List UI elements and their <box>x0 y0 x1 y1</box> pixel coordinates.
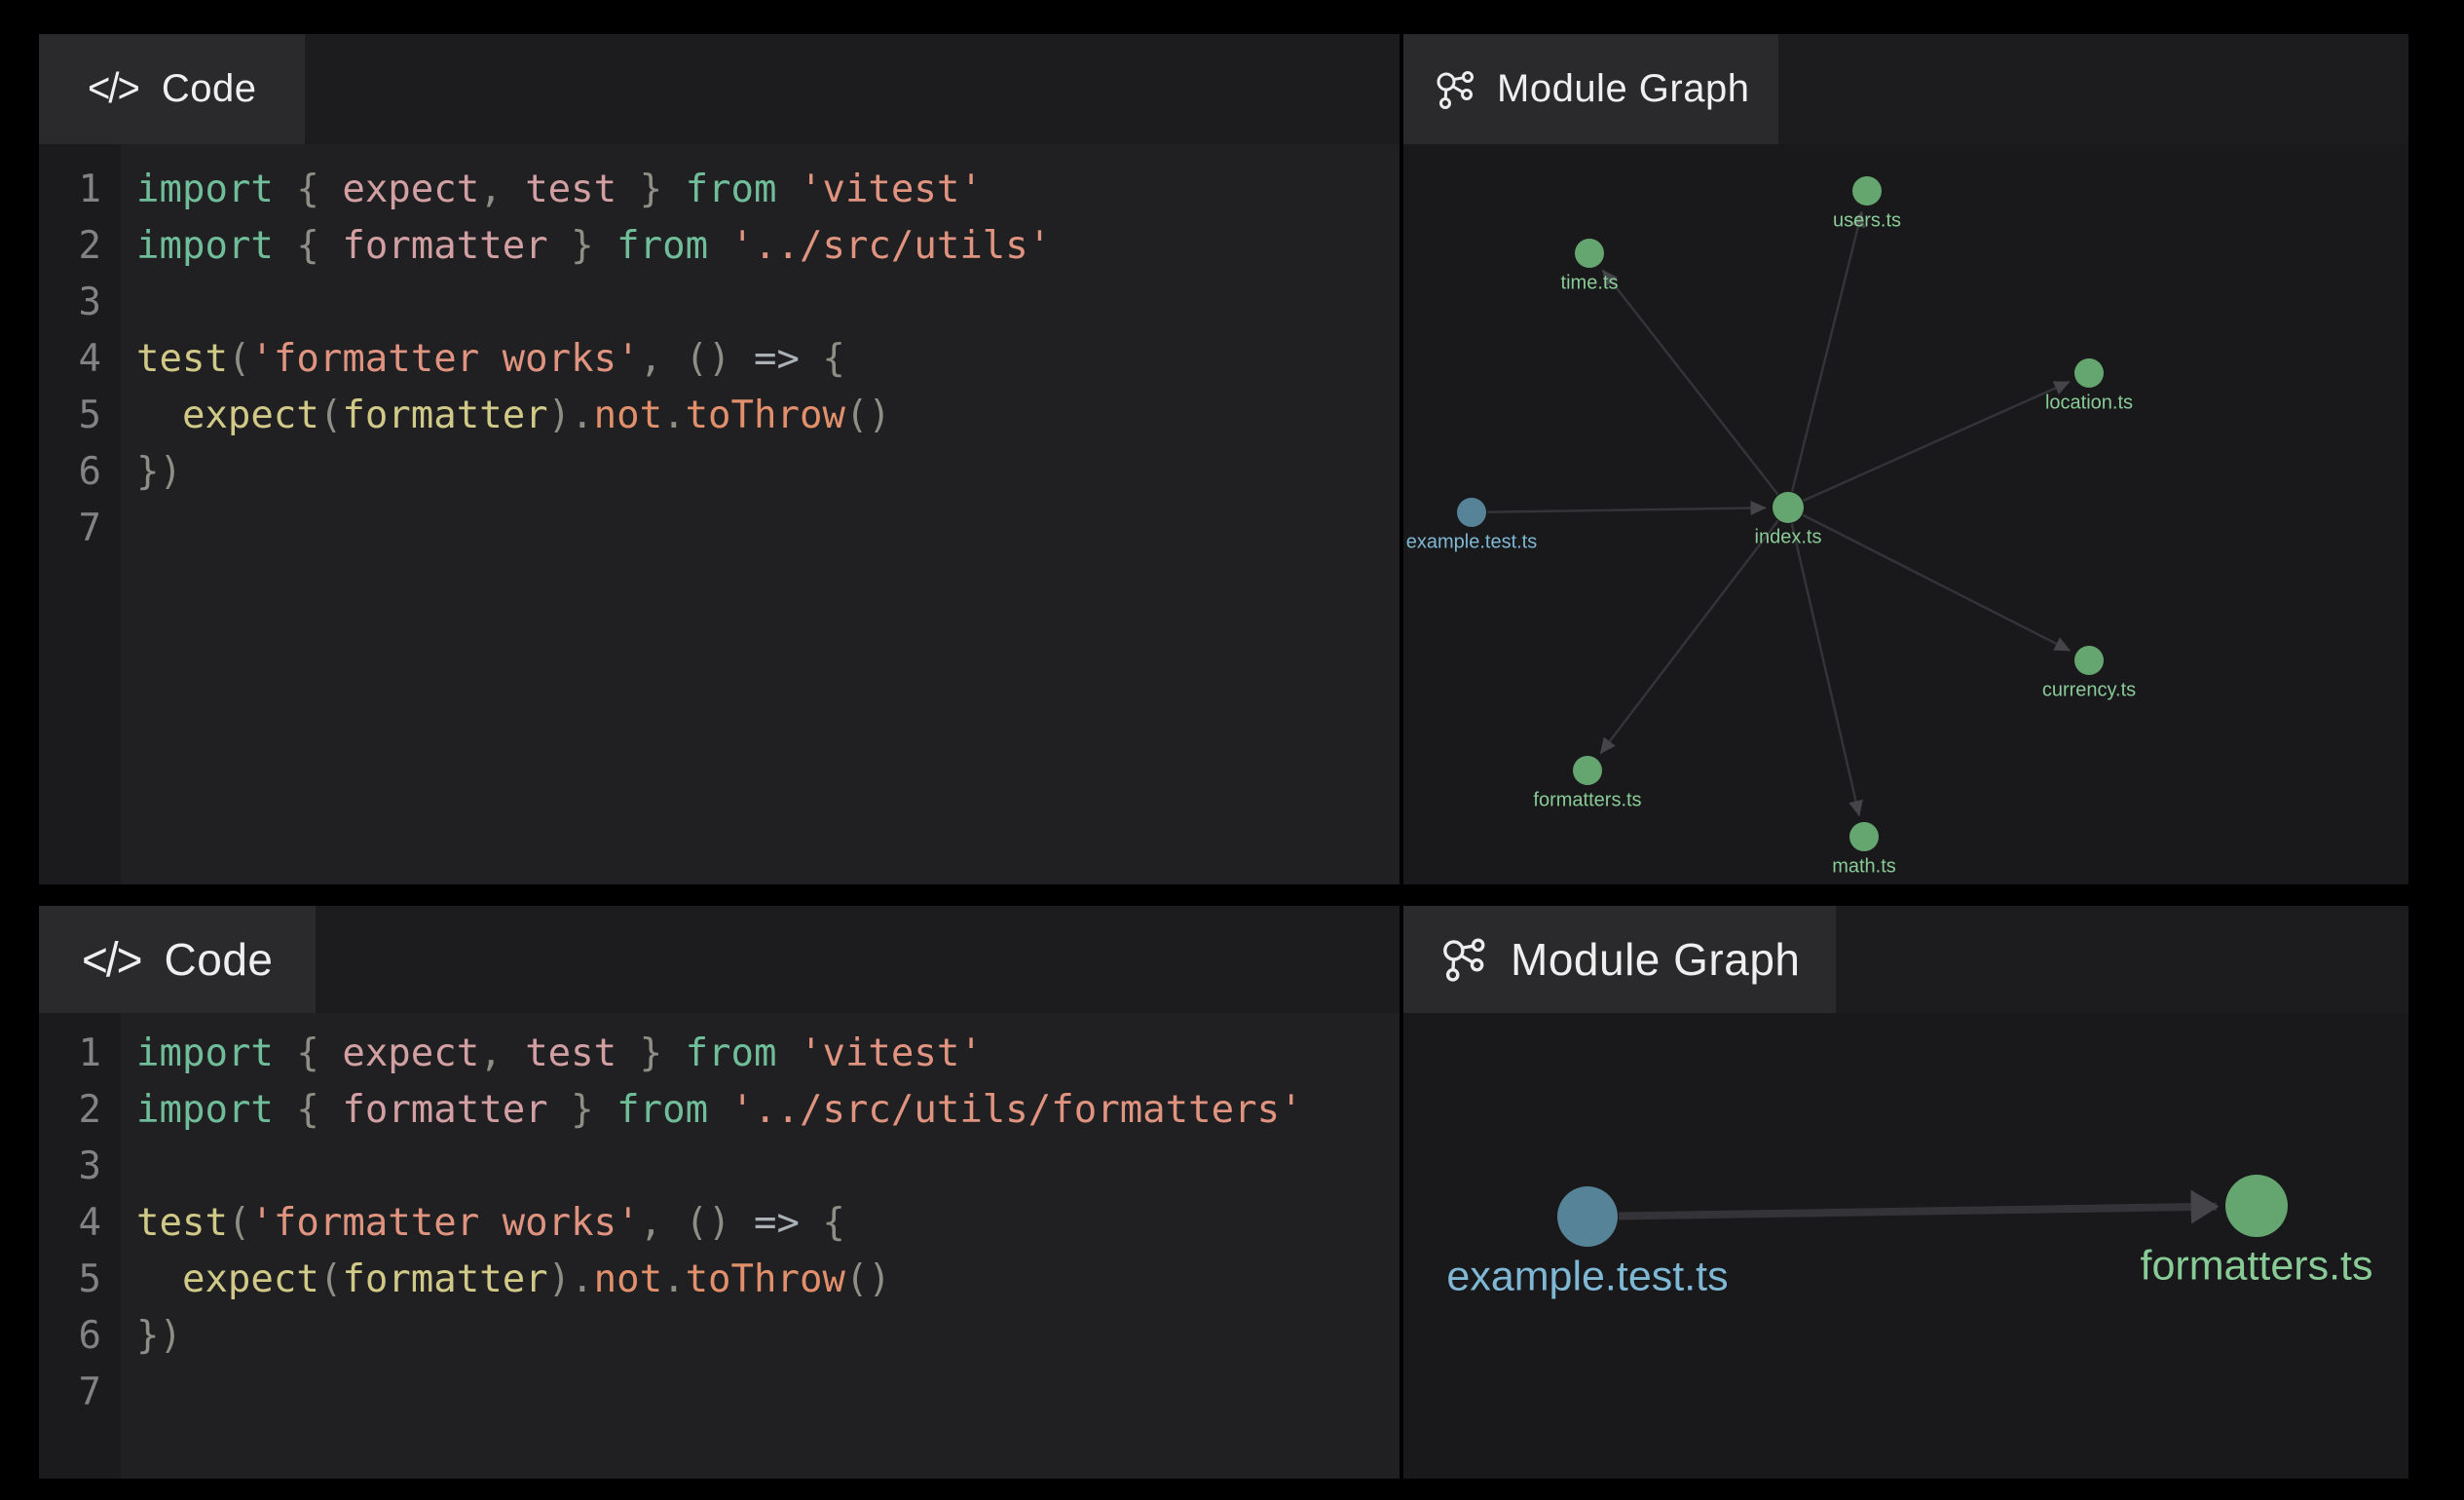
code-editor-1[interactable]: 1 import { expect, test } from 'vitest' 2i… <box>39 144 1400 884</box>
code-line: 7 <box>39 1365 1400 1421</box>
code-line-text: import { expect, test } from 'vitest' <box>136 162 983 218</box>
tab-label: Module Graph <box>1497 67 1749 111</box>
code-line: 1 import { expect, test } from 'vitest' <box>39 162 1400 218</box>
code-editor-2[interactable]: 1 import { expect, test } from 'vitest' 2i… <box>39 1013 1400 1479</box>
graph-node-label: formatters.ts <box>1533 789 1641 810</box>
tab-label: Code <box>162 67 257 111</box>
code-line-text: expect(formatter).not.toThrow() <box>136 388 891 444</box>
code-line: 5 expect(formatter).not.toThrow() <box>39 388 1400 444</box>
code-line: 2 import { formatter } from '../src/utils… <box>39 218 1400 275</box>
code-line: 6}) <box>39 1308 1400 1365</box>
code-line: 1 import { expect, test } from 'vitest' <box>39 1026 1400 1082</box>
line-number: 4 <box>39 1195 121 1252</box>
code-line: 4 test('formatter works', () => { <box>39 1195 1400 1252</box>
graph-node-label: users.ts <box>1833 209 1901 231</box>
code-line-text: expect(formatter).not.toThrow() <box>136 1252 891 1308</box>
graph-node-label: example.test.ts <box>1406 531 1538 552</box>
code-line-text: test('formatter works', () => { <box>136 331 845 388</box>
graph-node-math.ts[interactable] <box>1849 822 1879 851</box>
graph-edge-index.ts-to-time.ts <box>1603 270 1778 494</box>
code-line-text: }) <box>136 1308 182 1365</box>
graph-node-currency.ts[interactable] <box>2074 646 2104 675</box>
code-line: 2 import { formatter } from '../src/utils… <box>39 1082 1400 1139</box>
tab-module-graph-1[interactable]: Module Graph <box>1403 34 1778 144</box>
graph-node-label: currency.ts <box>2042 679 2136 700</box>
line-number: 7 <box>39 1365 121 1421</box>
code-line: 3 <box>39 1139 1400 1195</box>
graph-node-label: formatters.ts <box>2141 1242 2373 1289</box>
code-line-text: import { formatter } from '../src/utils/… <box>136 1082 1303 1139</box>
graph-node-formatters.ts[interactable] <box>2225 1175 2288 1237</box>
graph-tab-bar-2: Module Graph <box>1403 906 2408 1013</box>
graph-node-time.ts[interactable] <box>1575 239 1604 268</box>
module-graph-canvas-1[interactable]: users.ts time.ts location.ts index.ts exampl… <box>1403 144 2408 884</box>
code-line: 4 test('formatter works', () => { <box>39 331 1400 388</box>
code-tab-bar-2: </> Code <box>39 906 1400 1013</box>
graph-node-index.ts[interactable] <box>1773 492 1804 523</box>
line-number: 1 <box>39 162 121 218</box>
line-number: 5 <box>39 388 121 444</box>
graph-node-label: math.ts <box>1832 855 1896 877</box>
graph-edge-example.test.ts-to-formatters.ts <box>1619 1207 2217 1217</box>
graph-node-formatters.ts[interactable] <box>1573 756 1602 785</box>
tab-code-2[interactable]: </> Code <box>39 906 316 1013</box>
code-line-text: }) <box>136 444 182 501</box>
code-line: 3 <box>39 275 1400 331</box>
code-line: 5 expect(formatter).not.toThrow() <box>39 1252 1400 1308</box>
tab-code-1[interactable]: </> Code <box>39 34 305 144</box>
graph-node-example.test.ts[interactable] <box>1557 1186 1618 1247</box>
line-number: 7 <box>39 501 121 557</box>
graph-node-label: example.test.ts <box>1446 1253 1728 1299</box>
line-number: 1 <box>39 1026 121 1082</box>
code-line: 6}) <box>39 444 1400 501</box>
module-graph-icon <box>1433 67 1477 112</box>
graph-edge-index.ts-to-formatters.ts <box>1600 521 1777 754</box>
line-number: 6 <box>39 1308 121 1365</box>
line-number: 4 <box>39 331 121 388</box>
code-line-text: test('formatter works', () => { <box>136 1195 845 1252</box>
module-graph-svg-2[interactable]: example.test.ts formatters.ts <box>1403 1013 2408 1479</box>
graph-node-label: index.ts <box>1755 526 1822 547</box>
graph-edge-index.ts-to-math.ts <box>1792 524 1859 816</box>
graph-node-example.test.ts[interactable] <box>1457 498 1486 527</box>
module-graph-panel-2: Module Graph example.test.ts formatters.t… <box>1403 906 2408 1479</box>
code-icon: </> <box>82 931 141 988</box>
graph-node-users.ts[interactable] <box>1852 176 1882 206</box>
tab-label: Code <box>165 933 274 986</box>
code-panel-1: </> Code 1 import { expect, test } from '… <box>39 34 1400 884</box>
line-number: 2 <box>39 1082 121 1139</box>
code-lines: 1 import { expect, test } from 'vitest' 2i… <box>39 1026 1400 1421</box>
graph-edge-index.ts-to-currency.ts <box>1803 515 2070 651</box>
line-number: 5 <box>39 1252 121 1308</box>
module-graph-icon <box>1438 934 1489 985</box>
line-number: 3 <box>39 275 121 331</box>
code-line: 7 <box>39 501 1400 557</box>
graph-node-label: time.ts <box>1561 272 1619 293</box>
code-tab-bar-1: </> Code <box>39 34 1400 144</box>
tab-label: Module Graph <box>1511 933 1801 986</box>
code-lines: 1 import { expect, test } from 'vitest' 2i… <box>39 162 1400 557</box>
code-line-text: import { expect, test } from 'vitest' <box>136 1026 983 1082</box>
graph-node-label: location.ts <box>2045 392 2133 413</box>
graph-node-location.ts[interactable] <box>2074 358 2104 388</box>
graph-edge-example.test.ts-to-index.ts <box>1487 507 1766 511</box>
module-graph-canvas-2[interactable]: example.test.ts formatters.ts <box>1403 1013 2408 1479</box>
code-panel-2: </> Code 1 import { expect, test } from '… <box>39 906 1400 1479</box>
graph-edge-index.ts-to-users.ts <box>1792 211 1862 491</box>
app-root: </> Code 1 import { expect, test } from '… <box>0 0 2464 1500</box>
graph-tab-bar-1: Module Graph <box>1403 34 2408 144</box>
line-number: 3 <box>39 1139 121 1195</box>
line-number: 2 <box>39 218 121 275</box>
module-graph-svg-1[interactable]: users.ts time.ts location.ts index.ts exampl… <box>1403 144 2408 884</box>
tab-module-graph-2[interactable]: Module Graph <box>1403 906 1836 1013</box>
module-graph-panel-1: Module Graph users.ts time.ts location.ts i… <box>1403 34 2408 884</box>
code-icon: </> <box>88 65 138 113</box>
line-number: 6 <box>39 444 121 501</box>
graph-edge-index.ts-to-location.ts <box>1804 382 2070 501</box>
code-line-text: import { formatter } from '../src/utils' <box>136 218 1051 275</box>
